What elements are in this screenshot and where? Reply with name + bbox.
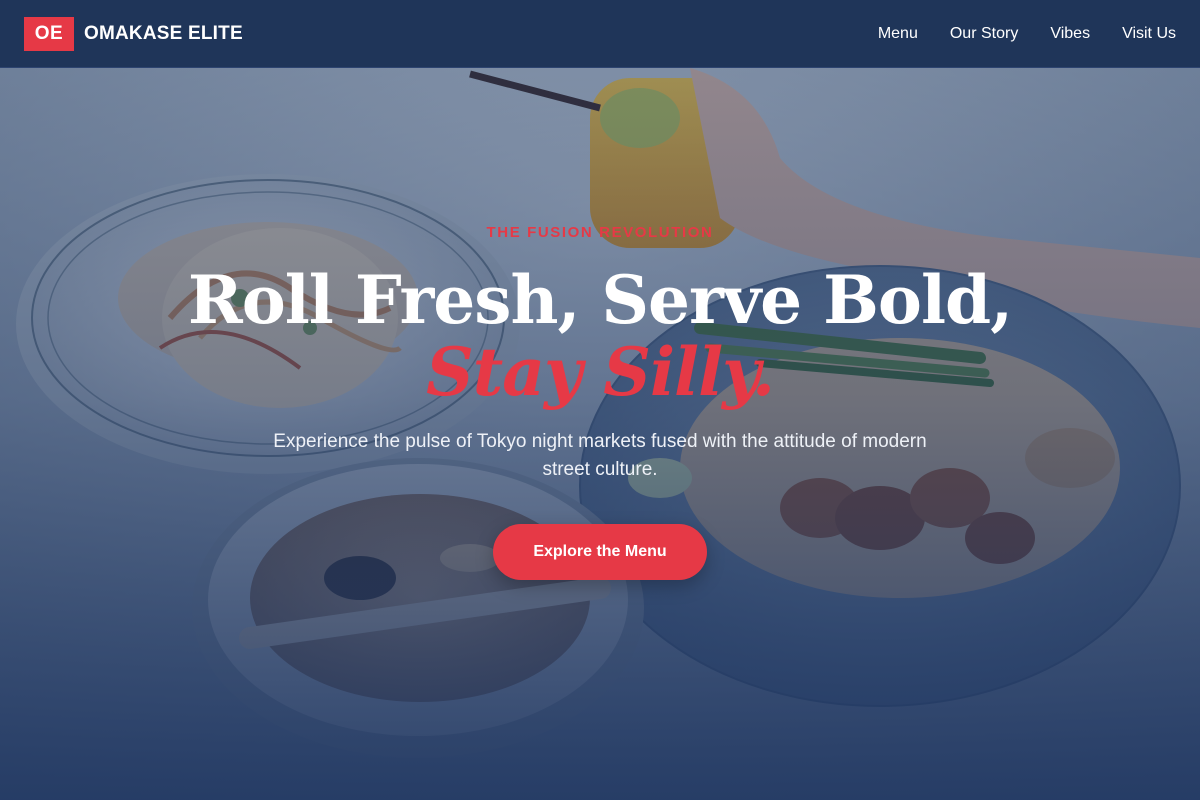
hero-subtitle: Experience the pulse of Tokyo night mark… <box>273 431 927 480</box>
brand-name[interactable]: OMAKASE ELITE <box>84 23 243 45</box>
nav-link-our-story[interactable]: Our Story <box>950 25 1018 43</box>
nav-links: Menu Our Story Vibes Visit Us <box>878 25 1176 43</box>
explore-menu-button[interactable]: Explore the Menu <box>493 524 707 580</box>
nav-link-menu[interactable]: Menu <box>878 25 918 43</box>
logo-badge[interactable]: OE <box>24 16 74 51</box>
hero-headline: Roll Fresh, Serve Bold, <box>187 261 1013 339</box>
hero-headline-accent: Stay Silly. <box>426 333 775 411</box>
hero-eyebrow: THE FUSION REVOLUTION <box>486 224 714 241</box>
hero-section: THE FUSION REVOLUTION Roll Fresh, Serve … <box>0 68 1200 800</box>
nav-link-vibes[interactable]: Vibes <box>1050 25 1090 43</box>
top-navbar: OE OMAKASE ELITE Menu Our Story Vibes Vi… <box>0 0 1200 68</box>
nav-link-visit-us[interactable]: Visit Us <box>1122 25 1176 43</box>
brand[interactable]: OE OMAKASE ELITE <box>24 16 243 51</box>
hero-content: THE FUSION REVOLUTION Roll Fresh, Serve … <box>0 68 1200 800</box>
